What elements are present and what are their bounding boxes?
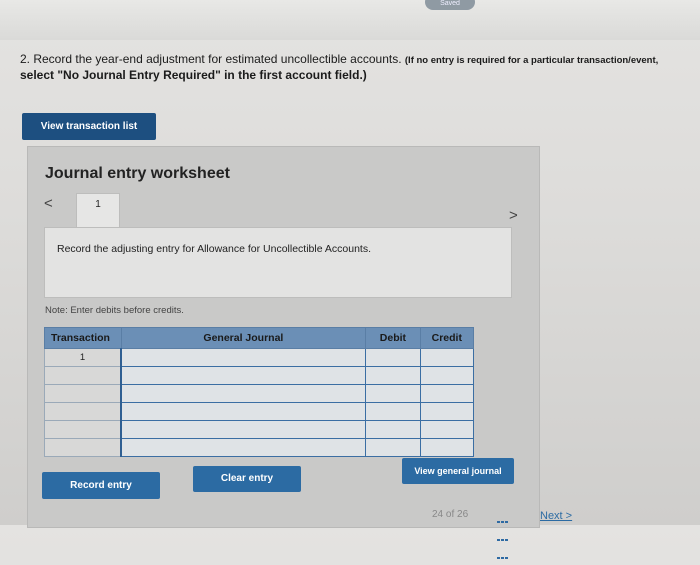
credit-field[interactable] bbox=[419, 348, 475, 367]
transaction-cell bbox=[44, 366, 122, 385]
chevron-left-icon[interactable]: < bbox=[44, 195, 53, 212]
debit-field[interactable] bbox=[365, 420, 421, 439]
instruction-note-1: (If no entry is required for a particula… bbox=[404, 55, 659, 66]
next-button[interactable]: Next > bbox=[540, 510, 572, 522]
debit-credit-note: Note: Enter debits before credits. bbox=[45, 305, 184, 316]
table-row bbox=[44, 384, 475, 403]
account-field[interactable] bbox=[120, 348, 367, 367]
credit-field[interactable] bbox=[419, 402, 475, 421]
table-row bbox=[44, 366, 475, 385]
tab-1[interactable]: 1 bbox=[76, 193, 120, 228]
journal-entry-table: Transaction General Journal Debit Credit… bbox=[44, 327, 475, 457]
chevron-right-icon[interactable]: > bbox=[509, 207, 518, 224]
header-transaction: Transaction bbox=[44, 327, 122, 349]
credit-field[interactable] bbox=[419, 384, 475, 403]
header-credit: Credit bbox=[419, 327, 475, 349]
view-general-journal-button[interactable]: View general journal bbox=[402, 458, 514, 484]
question-instruction: 2. Record the year-end adjustment for es… bbox=[20, 52, 700, 83]
grid-icon[interactable] bbox=[497, 511, 511, 559]
debit-field[interactable] bbox=[365, 438, 421, 457]
transaction-cell bbox=[44, 384, 122, 403]
record-entry-button[interactable]: Record entry bbox=[42, 472, 160, 499]
view-transaction-list-button[interactable]: View transaction list bbox=[22, 113, 156, 140]
transaction-cell bbox=[44, 420, 122, 439]
prompt-box: Record the adjusting entry for Allowance… bbox=[44, 227, 512, 298]
header-debit: Debit bbox=[365, 327, 421, 349]
table-row bbox=[44, 402, 475, 421]
top-bar: Saved bbox=[0, 0, 700, 40]
page-indicator: 24 of 26 bbox=[432, 509, 469, 520]
clear-entry-button[interactable]: Clear entry bbox=[193, 466, 301, 492]
table-row bbox=[44, 420, 475, 439]
debit-field[interactable] bbox=[365, 366, 421, 385]
account-field[interactable] bbox=[120, 366, 367, 385]
header-general-journal: General Journal bbox=[120, 327, 367, 349]
instruction-main: 2. Record the year-end adjustment for es… bbox=[20, 52, 402, 66]
prompt-text: Record the adjusting entry for Allowance… bbox=[57, 243, 372, 255]
account-field[interactable] bbox=[120, 384, 367, 403]
account-field[interactable] bbox=[120, 420, 367, 439]
account-field[interactable] bbox=[120, 402, 367, 421]
debit-field[interactable] bbox=[365, 402, 421, 421]
transaction-cell: 1 bbox=[44, 348, 122, 367]
credit-field[interactable] bbox=[419, 366, 475, 385]
debit-field[interactable] bbox=[365, 384, 421, 403]
table-row bbox=[44, 438, 475, 457]
table-row: 1 bbox=[44, 348, 475, 367]
instruction-note-2: select "No Journal Entry Required" in th… bbox=[20, 68, 367, 82]
worksheet-title: Journal entry worksheet bbox=[45, 165, 230, 182]
saved-badge: Saved bbox=[425, 0, 475, 10]
transaction-cell bbox=[44, 402, 122, 421]
credit-field[interactable] bbox=[419, 420, 475, 439]
table-header-row: Transaction General Journal Debit Credit bbox=[44, 327, 475, 349]
account-field[interactable] bbox=[120, 438, 367, 457]
credit-field[interactable] bbox=[419, 438, 475, 457]
debit-field[interactable] bbox=[365, 348, 421, 367]
transaction-cell bbox=[44, 438, 122, 457]
